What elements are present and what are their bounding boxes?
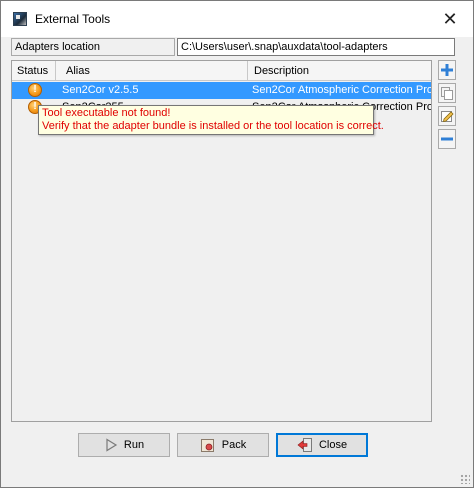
title-bar: External Tools ✕: [1, 1, 473, 37]
tooltip-line-2: Verify that the adapter bundle is instal…: [42, 120, 384, 132]
window-footer: [1, 465, 473, 487]
table-row[interactable]: ! Sen2Cor v2.5.5 Sen2Cor Atmospheric Cor…: [12, 82, 431, 99]
warning-icon: !: [28, 83, 42, 97]
status-cell: !: [12, 82, 56, 99]
close-button[interactable]: Close: [276, 433, 368, 457]
edit-tool-button[interactable]: [438, 106, 456, 126]
description-cell: Sen2Cor Atmospheric Correction Processor: [252, 84, 431, 96]
package-icon: [200, 439, 214, 452]
copy-icon: [441, 87, 453, 100]
run-button[interactable]: Run: [78, 433, 170, 457]
duplicate-tool-button[interactable]: [438, 83, 456, 103]
adapters-location-row: Adapters location C:\Users\user\.snap\au…: [11, 38, 455, 56]
alias-cell: Sen2Cor v2.5.5: [62, 84, 139, 96]
pack-button[interactable]: Pack: [177, 433, 269, 457]
tooltip-line-1: Tool executable not found!: [42, 107, 171, 119]
play-icon: [106, 438, 118, 452]
plus-icon: [441, 64, 453, 76]
close-button-label: Close: [318, 439, 348, 451]
app-icon: [13, 12, 27, 26]
close-window-icon[interactable]: ✕: [437, 7, 463, 31]
run-button-label: Run: [123, 439, 145, 451]
column-header-description[interactable]: Description: [248, 61, 431, 81]
minus-icon: [441, 137, 453, 141]
column-header-alias[interactable]: Alias: [56, 61, 248, 81]
adapters-location-field[interactable]: C:\Users\user\.snap\auxdata\tool-adapter…: [177, 38, 455, 56]
exit-icon: [297, 438, 312, 452]
resize-grip-icon[interactable]: [460, 474, 470, 484]
window-title: External Tools: [35, 12, 111, 26]
external-tools-window: External Tools ✕ Adapters location C:\Us…: [0, 0, 474, 488]
error-tooltip: Tool executable not found! Verify that t…: [38, 105, 384, 135]
edit-icon: [441, 111, 454, 123]
column-header-status[interactable]: Status: [12, 61, 56, 81]
remove-tool-button[interactable]: [438, 129, 456, 149]
table-header: Status Alias Description: [12, 61, 431, 81]
pack-button-label: Pack: [221, 439, 247, 451]
adapters-location-label: Adapters location: [11, 38, 175, 56]
add-tool-button[interactable]: [438, 60, 456, 80]
